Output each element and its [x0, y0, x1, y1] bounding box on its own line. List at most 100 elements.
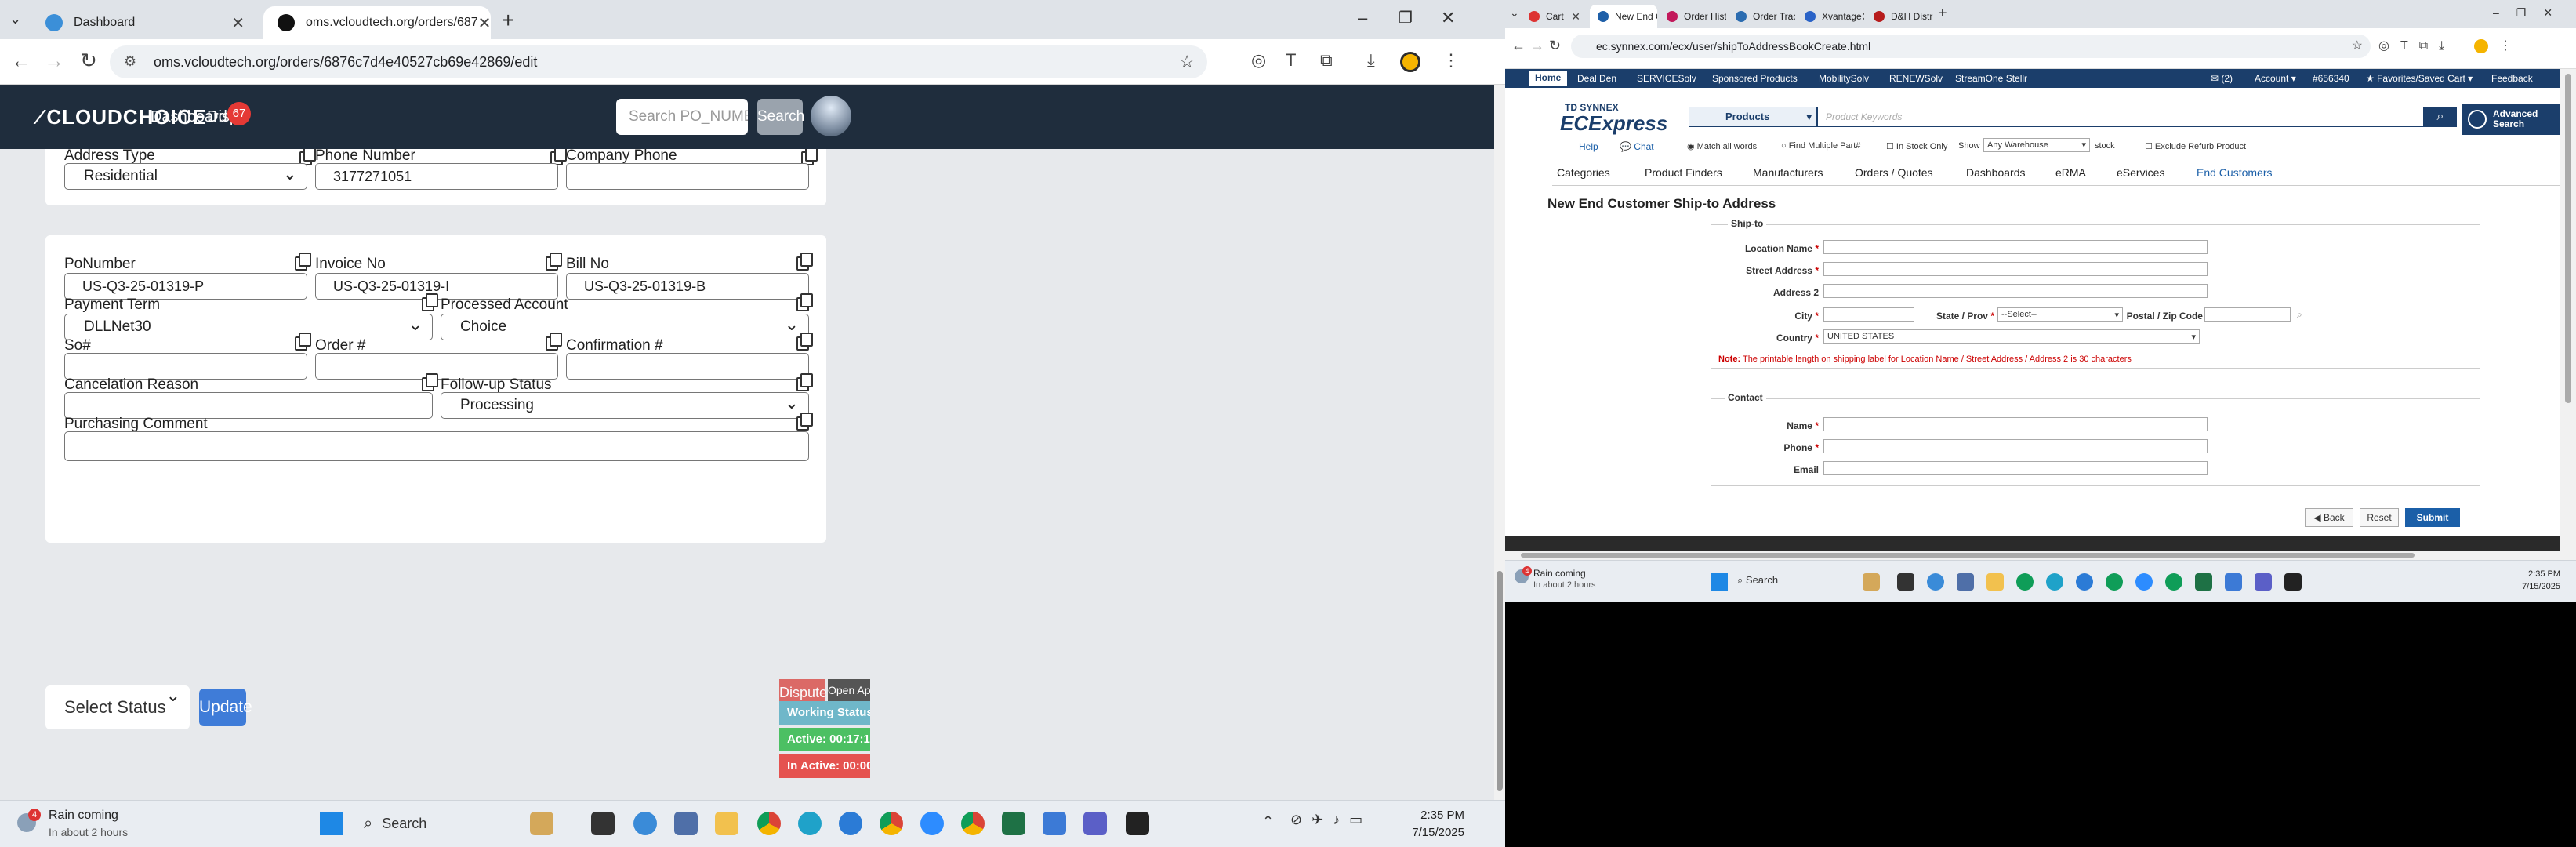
close-window-button[interactable]: ✕ — [1441, 8, 1455, 28]
new-tab-button[interactable]: + — [502, 8, 514, 33]
state-select[interactable]: --Select-- ▾ — [1997, 307, 2123, 322]
copy-icon[interactable] — [295, 253, 311, 271]
menu-dashboards[interactable]: Dashboards — [1966, 166, 2026, 179]
nav-servicesolv[interactable]: SERVICESolv — [1637, 73, 1696, 84]
excel-icon[interactable] — [1002, 812, 1025, 835]
search-button[interactable]: Search — [757, 99, 804, 135]
file-explorer-icon[interactable] — [1897, 573, 1914, 591]
contact-email-input[interactable] — [1823, 461, 2208, 475]
status-select[interactable]: Select Status — [45, 685, 190, 729]
app-icon[interactable] — [839, 812, 862, 835]
lookup-icon[interactable]: ⌕ — [2297, 309, 2302, 321]
edge-icon[interactable] — [2046, 573, 2063, 591]
tab-order-edit[interactable]: oms.vcloudtech.org/orders/687 ✕ — [263, 6, 491, 39]
tab-order-tracking[interactable]: Order Tracking✕ — [1728, 5, 1795, 28]
copy-icon[interactable] — [299, 149, 316, 165]
open-app-button[interactable]: Open App ↗ — [828, 679, 870, 701]
clock-date[interactable]: 7/15/2025 — [1408, 826, 1464, 839]
edge-icon[interactable] — [798, 812, 822, 835]
app-icon[interactable] — [633, 812, 657, 835]
widgets-icon[interactable] — [530, 812, 553, 835]
back-icon[interactable]: ← — [1511, 38, 1526, 54]
in-stock-checkbox[interactable]: ☐ In Stock Only — [1886, 141, 1947, 151]
copy-icon[interactable] — [796, 293, 813, 311]
nav-deal-den[interactable]: Deal Den — [1577, 73, 1616, 84]
user-avatar[interactable] — [811, 96, 851, 136]
minimize-button[interactable]: – — [1358, 8, 1367, 28]
taskbar-search[interactable]: ⌕ Search — [1737, 574, 1778, 587]
nav-messages[interactable]: ✉ (2) — [2211, 73, 2233, 84]
tray-icons[interactable]: ⊘✈♪▭ — [1290, 812, 1372, 828]
products-select[interactable]: Products ▾ — [1689, 107, 1817, 127]
copy-icon[interactable] — [546, 253, 562, 271]
calculator-icon[interactable] — [1957, 573, 1974, 591]
close-tab-icon[interactable]: ✕ — [478, 13, 491, 33]
excel-icon[interactable] — [2195, 573, 2212, 591]
update-button[interactable]: Update — [199, 689, 252, 726]
clock-time[interactable]: 2:35 PM — [2521, 569, 2560, 579]
po-input[interactable]: US-Q3-25-01319-P — [64, 273, 307, 300]
menu-manufacturers[interactable]: Manufacturers — [1753, 166, 1823, 179]
clock-date[interactable]: 7/15/2025 — [2516, 582, 2560, 591]
location-name-input[interactable] — [1823, 240, 2208, 254]
site-logo[interactable]: ECExpress — [1560, 111, 1667, 136]
nav-streamone[interactable]: StreamOne Stellr — [1955, 73, 2027, 84]
taskbar-search[interactable]: ⌕ Search — [364, 810, 536, 837]
back-button[interactable]: ◀ Back — [2305, 508, 2353, 527]
nav-home[interactable]: Home — [1529, 71, 1568, 86]
cancel-reason-input[interactable] — [64, 392, 433, 419]
nav-renewsolv[interactable]: RENEWSolv — [1889, 73, 1943, 84]
zoom-icon[interactable] — [2135, 573, 2153, 591]
menu-orders-quotes[interactable]: Orders / Quotes — [1855, 166, 1933, 179]
restore-button[interactable]: ❐ — [1399, 8, 1413, 27]
search-button[interactable]: ⌕ — [2424, 107, 2457, 127]
tab-dh[interactable]: D&H Distributing✕ — [1866, 5, 1933, 28]
country-select[interactable]: UNITED STATES ▾ — [1823, 329, 2200, 344]
scroll-thumb[interactable] — [1497, 571, 1503, 791]
chrome-icon[interactable] — [2016, 573, 2034, 591]
phone-input[interactable]: 3177271051 — [315, 163, 558, 190]
tab-order-history[interactable]: Order History | Exertis✕ — [1659, 5, 1726, 28]
purchasing-comment-textarea[interactable] — [64, 431, 809, 461]
copy-icon[interactable] — [796, 413, 813, 431]
reader-icon[interactable]: T — [1286, 50, 1296, 71]
chrome-icon[interactable] — [757, 812, 781, 835]
payment-term-select[interactable]: DLLNet30 — [64, 314, 433, 340]
chrome-icon[interactable] — [961, 812, 985, 835]
zoom-icon[interactable] — [920, 812, 944, 835]
copy-icon[interactable] — [422, 293, 438, 311]
clock-time[interactable]: 2:35 PM — [1416, 809, 1464, 822]
nav-mobilitysolv[interactable]: MobilitySolv — [1819, 73, 1869, 84]
processed-account-select[interactable]: Choice — [441, 314, 809, 340]
keywords-input[interactable]: Product Keywords — [1817, 107, 2424, 127]
copy-icon[interactable] — [295, 333, 311, 351]
tab-new-end-customer[interactable]: New End Customer S✕ — [1590, 5, 1657, 28]
company-phone-input[interactable] — [566, 163, 809, 190]
menu-product-finders[interactable]: Product Finders — [1645, 166, 1722, 179]
chat-link[interactable]: 💬 Chat — [1620, 141, 1654, 152]
chrome-icon[interactable] — [2106, 573, 2123, 591]
tab-xvantage[interactable]: Xvantage✕ — [1797, 5, 1864, 28]
copy-icon[interactable] — [550, 149, 567, 165]
extension-icon[interactable]: ◎ — [1251, 50, 1266, 71]
city-input[interactable] — [1823, 307, 1914, 322]
copy-icon[interactable] — [796, 373, 813, 391]
url-field[interactable]: ec.synnex.com/ecx/user/shipToAddressBook… — [1571, 35, 2371, 58]
widgets-icon[interactable] — [1863, 573, 1880, 591]
windows-start-icon[interactable] — [1711, 573, 1728, 591]
chrome-icon[interactable] — [2165, 573, 2182, 591]
menu-eservices[interactable]: eServices — [2117, 166, 2164, 179]
windows-start-icon[interactable] — [320, 812, 343, 835]
tab-dashboard[interactable]: Dashboard ✕ — [31, 6, 259, 39]
back-icon[interactable]: ← — [8, 49, 34, 73]
menu-icon[interactable]: ⋮ — [2499, 38, 2512, 53]
close-tab-icon[interactable]: ✕ — [1862, 10, 1864, 24]
app-icon[interactable] — [2076, 573, 2093, 591]
tray-chevron-icon[interactable]: ⌃ — [1262, 813, 1274, 830]
puzzle-icon[interactable]: ⧉ — [1320, 50, 1333, 71]
copy-icon[interactable] — [422, 373, 438, 391]
contact-phone-input[interactable] — [1823, 439, 2208, 453]
file-explorer-icon[interactable] — [591, 812, 615, 835]
forward-icon[interactable]: → — [1530, 38, 1544, 54]
contact-name-input[interactable] — [1823, 417, 2208, 431]
